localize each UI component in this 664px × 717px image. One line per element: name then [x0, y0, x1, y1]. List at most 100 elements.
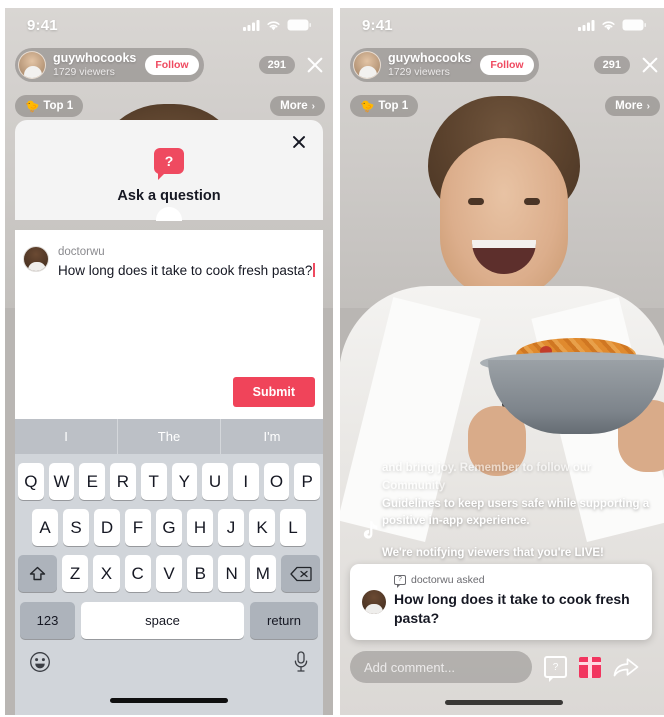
streamer-avatar[interactable]: [353, 51, 381, 79]
key-h[interactable]: H: [187, 509, 213, 546]
chevron-right-icon: ›: [646, 100, 650, 112]
compose-area: doctorwu How long does it take to cook f…: [15, 230, 323, 419]
more-chip[interactable]: More ›: [605, 96, 660, 116]
header-actions: 291: [258, 55, 325, 75]
key-x[interactable]: X: [93, 555, 120, 592]
like-count-badge[interactable]: 291: [258, 56, 295, 74]
key-z[interactable]: Z: [61, 555, 89, 592]
key-y[interactable]: Y: [171, 463, 198, 500]
rank-emoji-icon: 🐤: [360, 101, 375, 113]
question-text: How long does it take to cook fresh past…: [394, 591, 630, 626]
key-t[interactable]: T: [140, 463, 167, 500]
key-d[interactable]: D: [94, 509, 120, 546]
key-b[interactable]: B: [187, 555, 214, 592]
text-caret: [313, 263, 315, 277]
key-e[interactable]: E: [79, 463, 106, 500]
live-header: guywhocooks 1729 viewers Follow 291: [350, 48, 660, 82]
sheet-close-icon[interactable]: [291, 134, 307, 150]
status-icons: [243, 19, 311, 31]
space-key[interactable]: space: [81, 602, 244, 639]
key-v[interactable]: V: [155, 555, 183, 592]
key-a[interactable]: A: [32, 509, 58, 546]
live-bottom-bar: Add comment... ?: [350, 651, 656, 683]
key-n[interactable]: N: [218, 555, 245, 592]
more-chip-label: More: [280, 100, 308, 112]
guidelines-paragraph: and bring joy. Remember to follow our Co…: [382, 460, 650, 531]
battery-icon: [287, 19, 311, 31]
key-o[interactable]: O: [263, 463, 290, 500]
status-time: 9:41: [362, 16, 393, 34]
key-c[interactable]: C: [124, 555, 151, 592]
key-i[interactable]: I: [232, 463, 259, 500]
suggestion-1[interactable]: The: [117, 419, 220, 454]
rank-emoji-icon: 🐤: [25, 101, 40, 113]
chip-row: 🐤 Top 1 More ›: [350, 94, 660, 118]
rank-chip-label: Top 1: [43, 100, 74, 112]
suggestion-2[interactable]: I'm: [220, 419, 323, 454]
key-j[interactable]: J: [218, 509, 244, 546]
cellular-signal-icon: [578, 19, 595, 31]
status-time: 9:41: [27, 16, 58, 34]
key-p[interactable]: P: [294, 463, 321, 500]
chevron-right-icon: ›: [311, 100, 315, 112]
more-chip[interactable]: More ›: [270, 96, 325, 116]
key-s[interactable]: S: [63, 509, 89, 546]
close-icon[interactable]: [640, 55, 660, 75]
key-w[interactable]: W: [48, 463, 75, 500]
follow-button[interactable]: Follow: [480, 55, 534, 75]
rank-chip[interactable]: 🐤 Top 1: [350, 95, 419, 117]
streamer-pill[interactable]: guywhocooks 1729 viewers Follow: [350, 48, 539, 82]
wifi-icon: [602, 20, 615, 30]
status-bar: 9:41: [340, 8, 664, 42]
key-k[interactable]: K: [249, 509, 275, 546]
suggestion-bar: I The I'm: [15, 419, 323, 454]
live-header: guywhocooks 1729 viewers Follow 291: [15, 48, 325, 82]
streamer-avatar[interactable]: [18, 51, 46, 79]
key-m[interactable]: M: [249, 555, 277, 592]
numbers-key[interactable]: 123: [20, 602, 75, 639]
key-f[interactable]: F: [125, 509, 151, 546]
share-arrow-icon[interactable]: [613, 656, 639, 678]
key-r[interactable]: R: [110, 463, 136, 500]
cellular-signal-icon: [243, 19, 260, 31]
like-count-badge[interactable]: 291: [593, 56, 630, 74]
key-q[interactable]: Q: [17, 463, 44, 500]
streamer-meta: guywhocooks 1729 viewers: [53, 52, 136, 77]
follow-button[interactable]: Follow: [145, 55, 199, 75]
rank-chip[interactable]: 🐤 Top 1: [15, 95, 84, 117]
key-l[interactable]: L: [280, 509, 306, 546]
suggestion-0[interactable]: I: [15, 419, 117, 454]
gift-icon[interactable]: [579, 656, 601, 678]
streamer-eye-right: [524, 198, 540, 205]
streamer-pill[interactable]: guywhocooks 1729 viewers Follow: [15, 48, 204, 82]
status-icons: [578, 19, 646, 31]
return-key[interactable]: return: [250, 602, 318, 639]
question-card-kicker: ? doctorwu asked: [394, 574, 640, 588]
emoji-icon[interactable]: [29, 651, 51, 673]
viewer-count: 1729 viewers: [388, 65, 450, 78]
submit-wrap: Submit: [232, 377, 315, 407]
chip-row: 🐤 Top 1 More ›: [15, 94, 325, 118]
close-icon[interactable]: [305, 55, 325, 75]
shift-icon[interactable]: [18, 555, 57, 592]
guidelines-line-2: Guidelines to keep users safe while supp…: [382, 497, 650, 510]
question-card[interactable]: ? doctorwu asked How long does it take t…: [350, 564, 652, 640]
commenter-username: doctorwu: [58, 246, 105, 258]
compose-row: doctorwu How long does it take to cook f…: [15, 230, 323, 280]
commenter-avatar: [23, 246, 49, 272]
submit-button[interactable]: Submit: [232, 377, 315, 407]
comment-input[interactable]: Add comment...: [350, 651, 532, 683]
streamer-meta: guywhocooks 1729 viewers: [388, 52, 471, 77]
key-g[interactable]: G: [156, 509, 182, 546]
phone-right-live-view: 9:41 guywhocooks 1729 viewers Follow 291…: [340, 8, 664, 715]
backspace-icon[interactable]: [281, 555, 320, 592]
tiktok-logo-icon: [363, 521, 378, 539]
key-u[interactable]: U: [202, 463, 228, 500]
streamer-username: guywhocooks: [388, 51, 472, 66]
question-input[interactable]: How long does it take to cook fresh past…: [58, 262, 315, 280]
notify-line: We're notifying viewers that you're LIVE…: [382, 547, 604, 560]
microphone-icon[interactable]: [293, 651, 309, 673]
question-bubble-icon: ?: [154, 148, 184, 180]
question-icon[interactable]: ?: [544, 656, 567, 682]
ask-question-sheet: ? Ask a question: [15, 120, 323, 221]
